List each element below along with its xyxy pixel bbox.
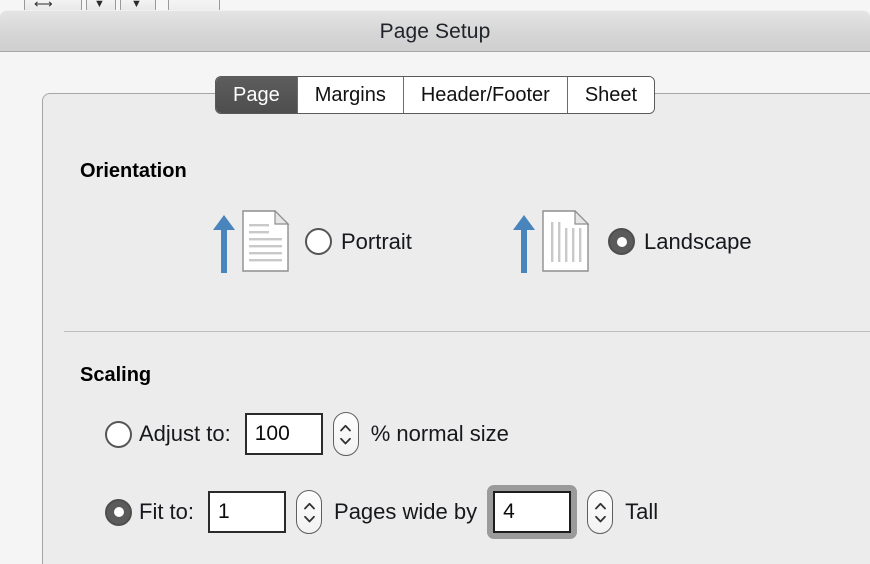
landscape-label: Landscape (644, 228, 752, 254)
pages-wide-input[interactable] (208, 491, 287, 533)
portrait-option[interactable]: Portrait (305, 228, 412, 255)
tab-bar: Page Margins Header/Footer Sheet (215, 76, 656, 114)
tab-header-footer[interactable]: Header/Footer (403, 77, 568, 113)
up-arrow-icon (512, 213, 536, 280)
adjust-to-label: Adjust to: (139, 421, 231, 446)
chevron-down-icon-2: ▼ (131, 0, 142, 10)
chevron-up-icon (340, 424, 352, 431)
portrait-radio[interactable] (305, 228, 332, 255)
pages-wide-field-wrap (208, 491, 287, 533)
pages-wide-by-label: Pages wide by (334, 499, 478, 524)
pages-tall-field-wrap (487, 485, 578, 539)
fit-to-label: Fit to: (139, 499, 195, 524)
portrait-label: Portrait (341, 228, 412, 254)
tall-label: Tall (625, 499, 659, 524)
landscape-option[interactable]: Landscape (608, 228, 752, 255)
pages-wide-stepper[interactable] (296, 490, 323, 534)
section-divider (64, 331, 870, 332)
chevron-down-icon (594, 515, 606, 522)
pages-tall-input[interactable] (493, 491, 572, 533)
scaling-section-title: Scaling (80, 364, 152, 386)
orientation-section-title: Orientation (80, 160, 187, 182)
adjust-to-input[interactable] (244, 413, 323, 455)
fit-to-radio[interactable] (105, 498, 132, 526)
portrait-page-icon (242, 209, 290, 277)
page-setup-dialog: ⟷ ▼ ▼ Page Setup Page Margins Header/Foo… (0, 0, 870, 564)
up-arrow-icon (212, 213, 236, 280)
adjust-to-field-wrap (244, 413, 323, 455)
landscape-page-icon (542, 209, 590, 277)
adjust-to-row: Adjust to: % normal size (105, 412, 509, 456)
adjust-to-stepper[interactable] (332, 412, 359, 456)
tab-sheet[interactable]: Sheet (567, 77, 655, 113)
chevron-up-icon (303, 502, 315, 509)
fit-to-row: Fit to: Pages wide by Tall (105, 485, 658, 539)
adjust-to-radio[interactable] (105, 420, 132, 448)
normal-size-label: % normal size (370, 421, 509, 446)
chevron-down-icon (340, 437, 352, 444)
landscape-radio[interactable] (608, 228, 635, 255)
dialog-title: Page Setup (379, 20, 491, 43)
dialog-titlebar[interactable]: Page Setup (0, 10, 870, 52)
tab-page[interactable]: Page (216, 77, 298, 113)
chevron-down-icon-1: ▼ (94, 0, 105, 10)
pages-tall-stepper[interactable] (587, 490, 614, 534)
tab-margins[interactable]: Margins (297, 77, 404, 113)
chevron-down-icon (303, 515, 315, 522)
resize-arrow-icon: ⟷ (34, 0, 53, 11)
chevron-up-icon (594, 502, 606, 509)
